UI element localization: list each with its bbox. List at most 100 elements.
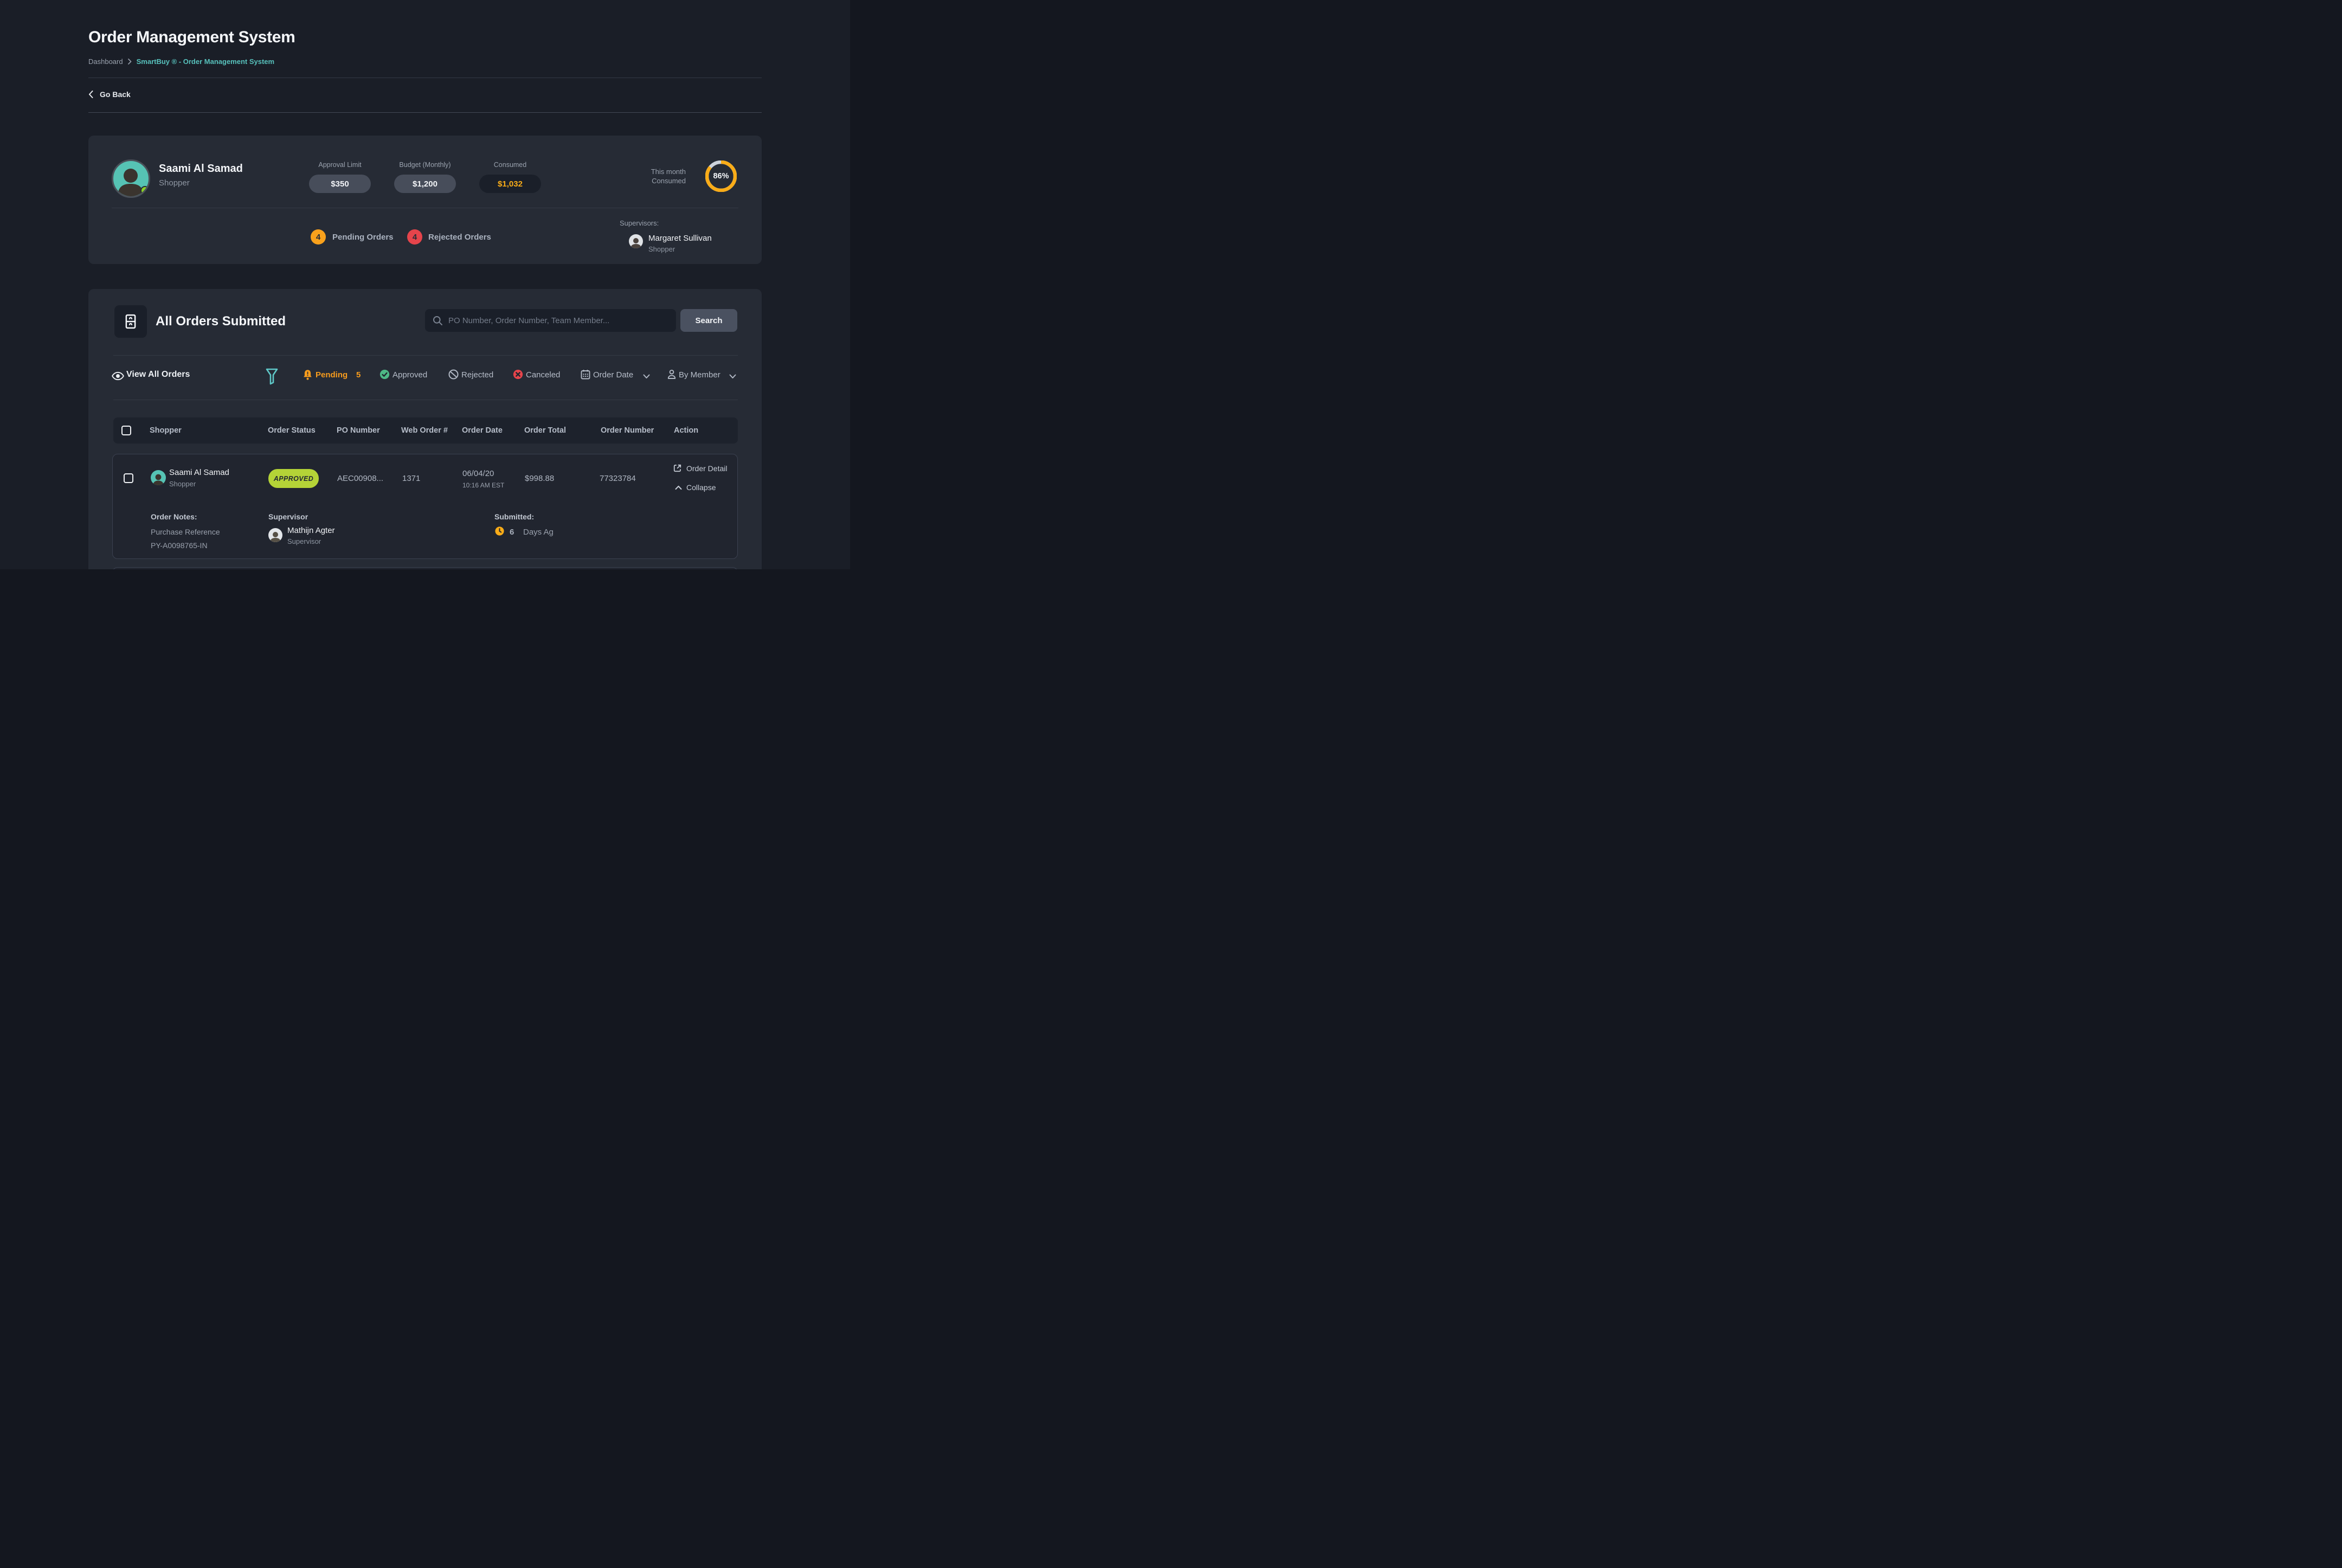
clock-icon bbox=[495, 526, 504, 536]
rejected-orders-label: Rejected Orders bbox=[428, 233, 491, 242]
row-shopper-name: Saami Al Samad bbox=[169, 468, 229, 477]
column-po-number: PO Number bbox=[337, 426, 380, 435]
cell-order-date: 06/04/20 bbox=[462, 469, 494, 478]
pending-orders-count-badge: 4 bbox=[311, 229, 326, 245]
stat-label: Budget (Monthly) bbox=[394, 161, 456, 169]
shopper-role: Shopper bbox=[159, 178, 190, 188]
chevron-left-icon bbox=[88, 91, 93, 98]
column-order-number: Order Number bbox=[601, 426, 654, 435]
row-shopper-role: Shopper bbox=[169, 480, 196, 488]
submitted-days-value: 6 bbox=[510, 528, 514, 537]
stat-value-pill: $350 bbox=[309, 175, 371, 193]
shopper-summary-card: Saami Al Samad Shopper Approval Limit $3… bbox=[88, 136, 762, 264]
sort-by-member[interactable]: By Member bbox=[679, 370, 720, 380]
breadcrumb-current[interactable]: SmartBuy ® - Order Management System bbox=[137, 57, 274, 66]
submitted-days-unit: Days Ag bbox=[523, 528, 554, 537]
bell-alert-icon bbox=[303, 369, 313, 382]
row-supervisor-name: Mathijn Agter bbox=[287, 526, 335, 535]
check-circle-icon bbox=[379, 369, 390, 380]
supervisor-role: Shopper bbox=[648, 245, 675, 253]
breadcrumb: Dashboard SmartBuy ® - Order Management … bbox=[88, 57, 274, 66]
row-supervisor-label: Supervisor bbox=[268, 512, 308, 521]
cell-order-time: 10:16 AM EST bbox=[462, 481, 504, 489]
orders-section-title: All Orders Submitted bbox=[156, 314, 286, 329]
chevron-up-icon bbox=[675, 485, 682, 490]
filter-rejected[interactable]: Rejected bbox=[461, 370, 493, 380]
column-shopper: Shopper bbox=[150, 426, 182, 435]
breadcrumb-dashboard-link[interactable]: Dashboard bbox=[88, 57, 123, 66]
orders-section-card: All Orders Submitted Search View All Ord… bbox=[88, 289, 762, 569]
shopper-avatar bbox=[112, 159, 150, 198]
column-web-order: Web Order # bbox=[401, 426, 448, 435]
select-all-checkbox[interactable] bbox=[121, 426, 131, 435]
order-detail-label: Order Detail bbox=[686, 464, 727, 473]
chevron-down-icon[interactable] bbox=[729, 374, 736, 379]
filter-funnel-icon[interactable] bbox=[266, 368, 278, 385]
row-checkbox[interactable] bbox=[124, 473, 133, 483]
stat-budget-monthly: Budget (Monthly) $1,200 bbox=[394, 161, 456, 193]
supervisor-avatar bbox=[629, 234, 643, 248]
order-row-collapsed-peek[interactable] bbox=[112, 567, 738, 569]
collapse-button[interactable]: Collapse bbox=[675, 483, 716, 492]
row-supervisor-role: Supervisor bbox=[287, 537, 321, 545]
search-input[interactable] bbox=[448, 316, 668, 325]
column-order-status: Order Status bbox=[268, 426, 316, 435]
supervisor-name: Margaret Sullivan bbox=[648, 234, 712, 243]
order-detail-button[interactable]: Order Detail bbox=[673, 464, 727, 473]
orders-table-header: Shopper Order Status PO Number Web Order… bbox=[113, 417, 738, 444]
order-management-page: Order Management System Dashboard SmartB… bbox=[0, 0, 850, 569]
rejected-orders-count-badge: 4 bbox=[407, 229, 422, 245]
cell-web-order: 1371 bbox=[402, 474, 420, 483]
supervisors-label: Supervisors: bbox=[620, 219, 659, 227]
filter-canceled[interactable]: Canceled bbox=[526, 370, 560, 380]
consumed-progress-ring: 86% bbox=[705, 160, 737, 192]
column-order-total: Order Total bbox=[524, 426, 566, 435]
order-row-expanded: Saami Al Samad Shopper APPROVED AEC00908… bbox=[112, 454, 738, 559]
calendar-icon bbox=[581, 369, 590, 380]
filter-toolbar: View All Orders Pending 5 Approved Rejec… bbox=[88, 368, 762, 390]
go-back-button[interactable]: Go Back bbox=[88, 90, 131, 99]
order-status-badge: APPROVED bbox=[268, 469, 319, 488]
stat-approval-limit: Approval Limit $350 bbox=[309, 161, 371, 193]
stat-label: Consumed bbox=[479, 161, 541, 169]
column-order-date: Order Date bbox=[462, 426, 503, 435]
filter-pending[interactable]: Pending bbox=[316, 370, 348, 380]
divider bbox=[113, 355, 738, 356]
cell-order-number: 77323784 bbox=[600, 474, 636, 483]
eye-icon bbox=[112, 371, 124, 381]
row-supervisor-avatar bbox=[268, 528, 282, 542]
cell-po-number: AEC00908... bbox=[337, 474, 383, 483]
shopper-name: Saami Al Samad bbox=[159, 163, 243, 175]
pending-orders-label: Pending Orders bbox=[332, 233, 394, 242]
stat-consumed: Consumed $1,032 bbox=[479, 161, 541, 193]
search-icon bbox=[433, 316, 443, 326]
row-shopper-avatar bbox=[151, 470, 166, 485]
archive-cabinet-icon bbox=[114, 305, 147, 338]
slash-circle-icon bbox=[448, 369, 459, 380]
person-icon bbox=[667, 369, 677, 380]
divider bbox=[88, 112, 762, 113]
order-notes-label: Order Notes: bbox=[151, 512, 197, 521]
submitted-label: Submitted: bbox=[494, 512, 534, 521]
order-notes-value: Purchase Reference PY-A0098765-IN bbox=[151, 525, 233, 552]
sort-order-date[interactable]: Order Date bbox=[593, 370, 633, 380]
online-status-dot bbox=[140, 186, 150, 195]
go-back-label: Go Back bbox=[100, 90, 131, 99]
view-all-orders-button[interactable]: View All Orders bbox=[126, 370, 190, 380]
chevron-down-icon[interactable] bbox=[643, 374, 650, 379]
page-title: Order Management System bbox=[88, 28, 295, 47]
search-button[interactable]: Search bbox=[680, 309, 737, 332]
consumed-percent: 86% bbox=[705, 160, 737, 192]
filter-approved[interactable]: Approved bbox=[393, 370, 427, 380]
filter-pending-count: 5 bbox=[356, 370, 361, 380]
collapse-label: Collapse bbox=[686, 483, 716, 492]
external-link-icon bbox=[673, 464, 682, 473]
order-search-box bbox=[425, 309, 676, 332]
column-action: Action bbox=[674, 426, 698, 435]
this-month-consumed-label: This month Consumed bbox=[651, 167, 686, 185]
chevron-right-icon bbox=[128, 59, 132, 65]
stat-value-pill: $1,200 bbox=[394, 175, 456, 193]
x-circle-icon bbox=[513, 369, 523, 380]
stat-label: Approval Limit bbox=[309, 161, 371, 169]
cell-order-total: $998.88 bbox=[525, 474, 554, 483]
